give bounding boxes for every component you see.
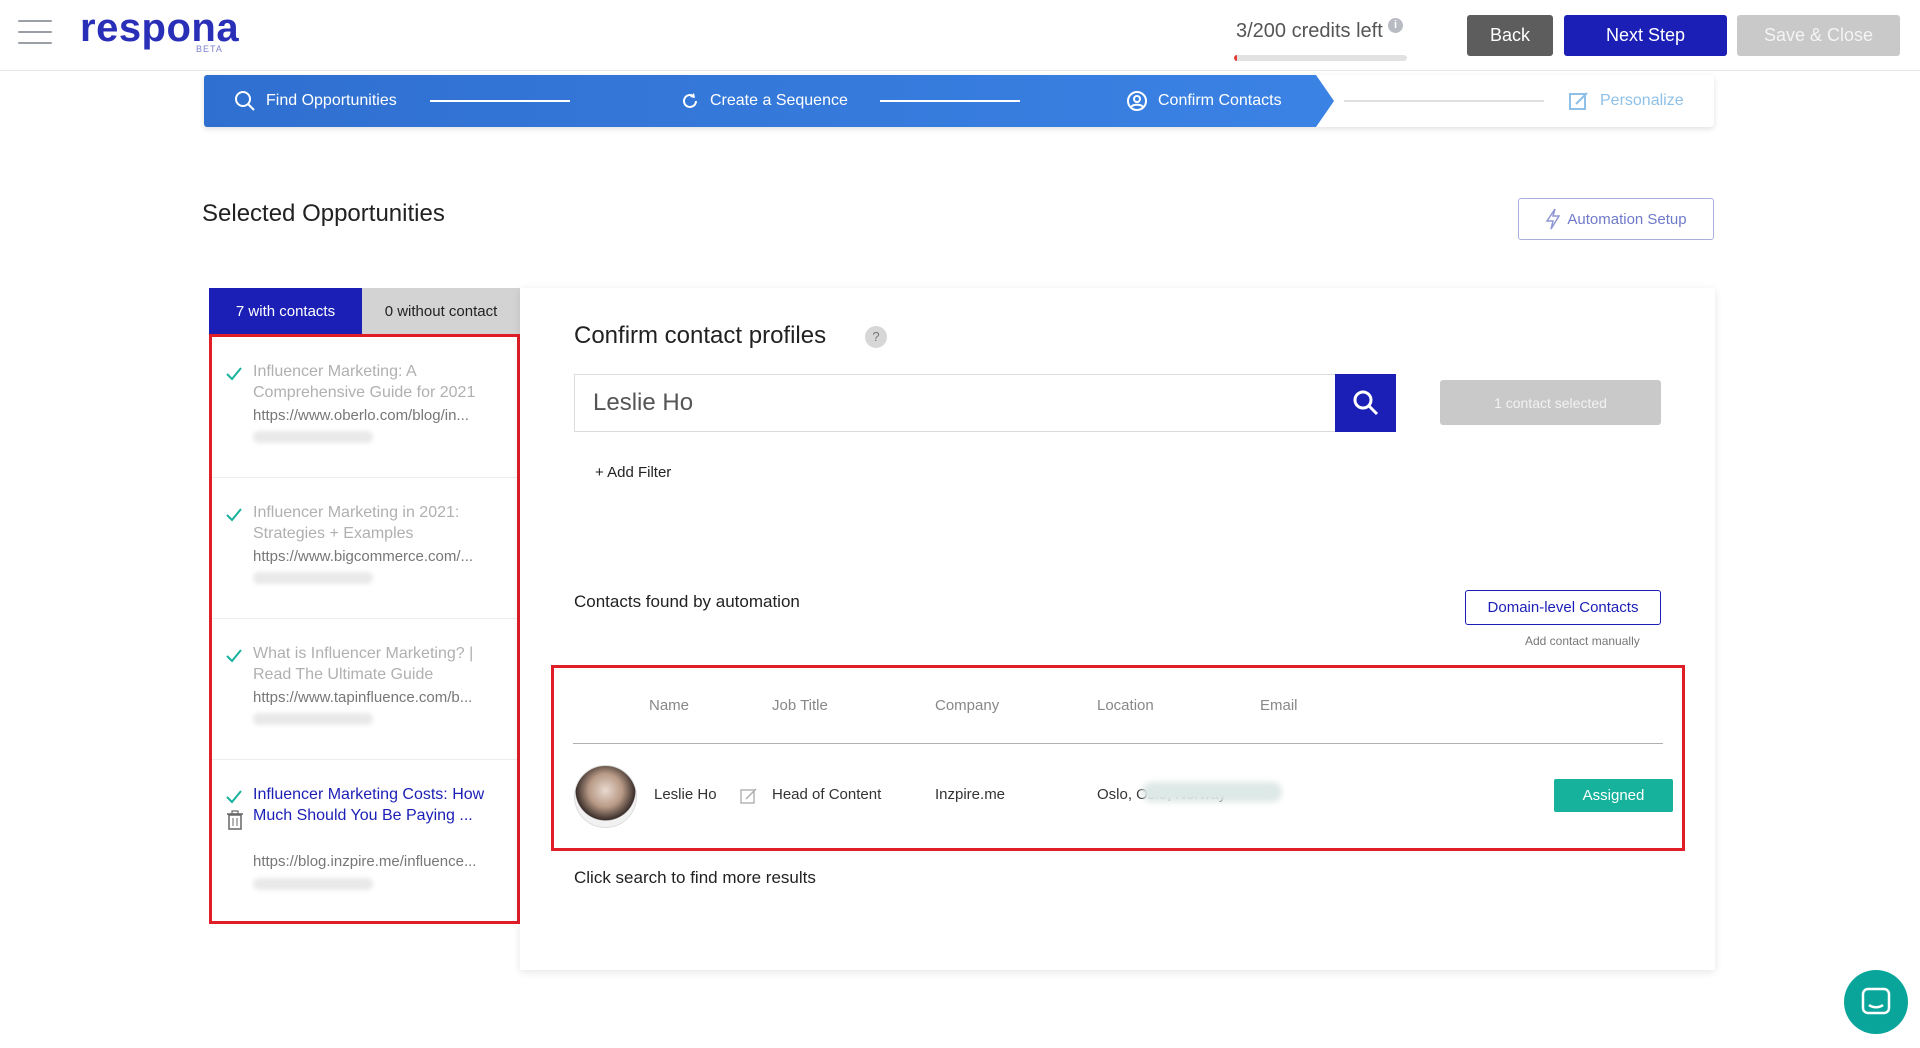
contact-email-blurred	[1142, 782, 1282, 802]
edit-icon	[1569, 92, 1588, 110]
step-label: Create a Sequence	[710, 92, 848, 109]
menu-icon[interactable]	[18, 20, 52, 46]
contact-job-title: Head of Content	[772, 786, 882, 803]
column-header-name: Name	[649, 697, 690, 714]
step-create-sequence[interactable]: Create a Sequence	[680, 75, 848, 127]
lightning-icon	[1545, 208, 1561, 230]
assigned-status-button[interactable]: Assigned	[1554, 779, 1673, 812]
trash-icon[interactable]	[226, 810, 244, 830]
more-results-hint: Click search to find more results	[574, 868, 816, 887]
column-header-location: Location	[1097, 697, 1154, 714]
tab-with-contacts[interactable]: 7 with contacts	[209, 288, 362, 334]
opportunity-list: Influencer Marketing: A Comprehensive Gu…	[209, 334, 520, 924]
opportunity-title: Influencer Marketing in 2021: Strategies…	[253, 504, 460, 542]
domain-level-contacts-button[interactable]: Domain-level Contacts	[1465, 590, 1661, 625]
opportunity-url: https://blog.inzpire.me/influence...	[253, 853, 477, 870]
contacts-table: Name Job Title Company Location Email Le…	[551, 665, 1685, 851]
help-icon[interactable]: ?	[865, 326, 887, 348]
opportunity-url: https://www.oberlo.com/blog/in...	[253, 407, 469, 424]
check-icon	[226, 790, 242, 804]
contact-name: Leslie Ho	[654, 786, 717, 803]
automation-setup-label: Automation Setup	[1567, 210, 1687, 228]
user-circle-icon	[1127, 91, 1147, 111]
blurred-text	[253, 713, 373, 725]
opportunity-title: Influencer Marketing: A Comprehensive Gu…	[253, 363, 476, 401]
step-connector	[1344, 100, 1544, 102]
credits-progress	[1234, 55, 1407, 61]
list-item-active[interactable]: Influencer Marketing Costs: How Much Sho…	[212, 760, 517, 921]
search-button[interactable]	[1335, 374, 1396, 432]
check-icon	[226, 508, 242, 522]
avatar	[574, 765, 637, 828]
page-title: Selected Opportunities	[202, 200, 445, 227]
column-header-company: Company	[935, 697, 1000, 714]
refresh-icon	[683, 93, 697, 108]
check-icon	[226, 649, 242, 663]
chat-widget-button[interactable]	[1844, 970, 1908, 1034]
next-step-button[interactable]: Next Step	[1564, 15, 1727, 56]
save-close-button[interactable]: Save & Close	[1737, 15, 1900, 56]
add-filter-button[interactable]: + Add Filter	[595, 464, 671, 481]
confirm-contacts-panel: Confirm contact profiles ? 1 contact sel…	[520, 288, 1715, 970]
blurred-text	[253, 572, 373, 584]
opportunity-url: https://www.bigcommerce.com/...	[253, 548, 474, 565]
step-label: Personalize	[1600, 92, 1684, 109]
step-personalize[interactable]: Personalize	[1568, 75, 1684, 127]
stepper-arrow	[1316, 75, 1334, 127]
panel-title: Confirm contact profiles	[574, 322, 827, 349]
add-contact-manually-link[interactable]: Add contact manually	[1525, 634, 1640, 648]
contact-selected-button[interactable]: 1 contact selected	[1440, 380, 1661, 425]
list-item[interactable]: Influencer Marketing in 2021: Strategies…	[212, 478, 517, 619]
top-bar: respona BETA 3/200 credits left i Back N…	[0, 0, 1920, 71]
step-find-opportunities[interactable]: Find Opportunities	[234, 75, 397, 127]
chat-icon	[1861, 987, 1891, 1015]
edit-icon[interactable]	[740, 787, 758, 805]
credits-text: 3/200 credits left	[1236, 20, 1383, 42]
table-divider	[573, 743, 1663, 744]
list-item[interactable]: Influencer Marketing: A Comprehensive Gu…	[212, 337, 517, 478]
step-label: Find Opportunities	[266, 92, 397, 109]
step-label: Confirm Contacts	[1158, 92, 1282, 109]
column-header-job-title: Job Title	[772, 697, 828, 714]
step-connector	[430, 100, 570, 102]
opportunity-title: What is Influencer Marketing? | Read The…	[253, 645, 474, 683]
info-icon[interactable]: i	[1388, 18, 1403, 33]
contact-search-input[interactable]	[574, 374, 1336, 432]
credits-progress-fill	[1234, 55, 1237, 61]
beta-badge: BETA	[196, 44, 223, 54]
check-icon	[226, 367, 242, 381]
tab-without-contact[interactable]: 0 without contact	[362, 288, 520, 334]
opportunity-url: https://www.tapinfluence.com/b...	[253, 689, 473, 706]
opportunity-title: Influencer Marketing Costs: How Much Sho…	[253, 786, 485, 824]
search-icon	[1353, 390, 1378, 416]
blurred-text	[253, 878, 373, 890]
step-connector	[880, 100, 1020, 102]
step-confirm-contacts[interactable]: Confirm Contacts	[1126, 75, 1282, 127]
opportunity-tabs: 7 with contacts 0 without contact	[209, 288, 520, 334]
column-header-email: Email	[1260, 697, 1298, 714]
automation-setup-button[interactable]: Automation Setup	[1518, 198, 1714, 240]
progress-stepper: Find Opportunities Create a Sequence Con…	[204, 75, 1714, 127]
contact-company: Inzpire.me	[935, 786, 1006, 803]
blurred-text	[253, 431, 373, 443]
contacts-found-heading: Contacts found by automation	[574, 592, 800, 611]
list-item[interactable]: What is Influencer Marketing? | Read The…	[212, 619, 517, 760]
back-button[interactable]: Back	[1467, 15, 1553, 56]
search-icon	[235, 91, 255, 111]
